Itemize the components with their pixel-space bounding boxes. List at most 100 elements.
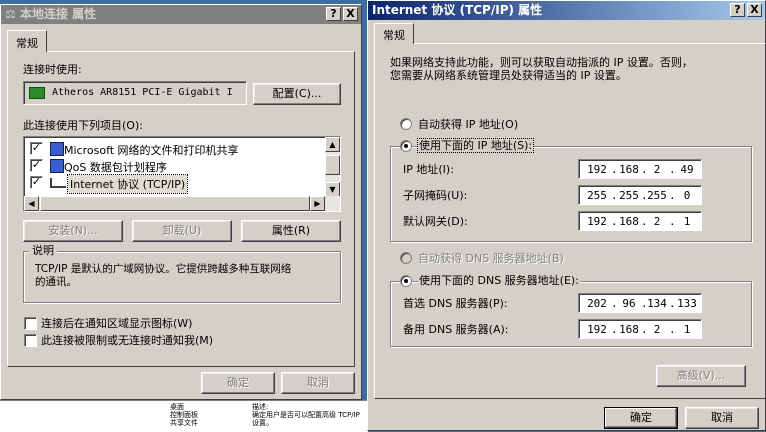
alternate-dns-field[interactable]: 192 . 168 . 2 . 1 [578, 319, 702, 339]
ip-octet: 0 [683, 189, 691, 202]
qos-icon [50, 159, 64, 173]
auto-ip-radio[interactable] [400, 118, 412, 130]
ok-button[interactable]: 确定 [201, 372, 275, 394]
manual-ip-radio[interactable] [400, 140, 412, 152]
network-icon: ⚖ [5, 7, 16, 21]
ok-button[interactable]: 确定 [604, 407, 678, 429]
ip-octet: 255 [587, 189, 607, 202]
connect-using-label: 连接时使用: [23, 63, 82, 76]
ip-octet: 202 [587, 297, 607, 310]
intro-text: 如果网络支持此功能，则可以获取自动指派的 IP 设置。否则， [390, 56, 693, 69]
ip-label: IP 地址(I): [403, 163, 454, 176]
help-button[interactable]: ? [326, 7, 341, 21]
description-text: TCP/IP 是默认的广域网协议。它提供跨越多种互联网络 [35, 263, 292, 275]
ip-octet: 2 [653, 323, 661, 336]
ip-octet: 168 [619, 323, 639, 336]
notify-label: 此连接被限制或无连接时通知我(M) [41, 334, 214, 347]
ip-octet: 192 [587, 163, 607, 176]
manual-ip-label: 使用下面的 IP 地址(S): [416, 138, 535, 153]
scroll-left-button[interactable]: ◀ [24, 196, 39, 211]
preferred-dns-field[interactable]: 202 . 96 . 134 . 133 [578, 293, 702, 313]
description-title: 说明 [29, 244, 57, 257]
item-label: Internet 协议 (TCP/IP) [66, 174, 189, 194]
ip-octet: 1 [683, 323, 691, 336]
description-text-2: 的通讯。 [35, 276, 77, 288]
ip-octet: 133 [677, 297, 697, 310]
item-label: Microsoft 网络的文件和打印机共享 [64, 144, 239, 157]
configure-button[interactable]: 配置(C)... [253, 83, 341, 105]
scroll-down-button[interactable]: ▼ [325, 182, 340, 197]
ip-octet: 168 [619, 215, 639, 228]
default-gateway-field[interactable]: 192 . 168 . 2 . 1 [578, 211, 702, 231]
list-item[interactable]: ✓ QoS 数据包计划程序 [30, 158, 320, 174]
protocol-icon [50, 178, 66, 188]
properties-button[interactable]: 属性(R) [241, 220, 341, 242]
intro-text-2: 您需要从网络系统管理员处获得适当的 IP 设置。 [390, 69, 627, 82]
show-icon-label: 连接后在通知区域显示图标(W) [41, 317, 193, 330]
share-icon [50, 142, 64, 156]
show-icon-checkbox[interactable] [24, 317, 37, 330]
ip-octet: 192 [587, 323, 607, 336]
tree-item: 桌面 [170, 403, 184, 411]
item-checkbox[interactable]: ✓ [30, 142, 43, 155]
close-button[interactable]: X [747, 3, 762, 17]
tab-general[interactable]: 常规 [374, 23, 414, 44]
item-label: QoS 数据包计划程序 [64, 161, 167, 174]
ip-octet: 134 [647, 297, 667, 310]
uninstall-button[interactable]: 卸载(U) [132, 220, 232, 242]
gateway-label: 默认网关(D): [403, 215, 468, 228]
subnet-mask-field[interactable]: 255 . 255 . 255 . 0 [578, 185, 702, 205]
right-dialog-title: Internet 协议 (TCP/IP) 属性 [372, 3, 543, 17]
manual-dns-radio[interactable] [400, 275, 412, 287]
auto-ip-label: 自动获得 IP 地址(O) [418, 118, 519, 131]
ip-octet: 2 [653, 215, 661, 228]
ip-octet: 192 [587, 215, 607, 228]
background-window: 桌面 控制面板 共享文件 描述: 确定用户是否可以配置高级 TCP/IP 设置。 [0, 400, 368, 432]
tree-item: 控制面板 [170, 411, 198, 419]
auto-dns-radio[interactable] [400, 252, 412, 264]
help-button[interactable]: ? [730, 3, 745, 17]
item-checkbox[interactable]: ✓ [30, 176, 43, 189]
list-item[interactable]: ✓ Internet 协议 (TCP/IP) [30, 174, 320, 194]
vertical-scrollbar[interactable]: ▲ ▼ [325, 137, 340, 197]
notify-checkbox[interactable] [24, 334, 37, 347]
adapter-name: Atheros AR8151 PCI-E Gigabit I [52, 87, 233, 98]
ip-octet: 255 [647, 189, 667, 202]
ip-octet: 1 [683, 215, 691, 228]
tree-item: 共享文件 [170, 419, 198, 427]
mask-label: 子网掩码(U): [403, 189, 468, 202]
advanced-button[interactable]: 高级(V)... [656, 365, 746, 387]
ip-octet: 96 [622, 297, 636, 310]
cancel-button[interactable]: 取消 [281, 372, 355, 394]
close-button[interactable]: X [343, 7, 358, 21]
install-button[interactable]: 安装(N)... [23, 220, 123, 242]
item-checkbox[interactable]: ✓ [30, 159, 43, 172]
tab-general[interactable]: 常规 [7, 30, 47, 52]
dns1-label: 首选 DNS 服务器(P): [403, 297, 508, 310]
ip-octet: 49 [680, 163, 694, 176]
adapter-name-field: Atheros AR8151 PCI-E Gigabit I [23, 81, 247, 105]
horizontal-scrollbar[interactable]: ◀ ▶ [24, 196, 340, 211]
hint-text: 描述: [252, 403, 269, 411]
dns2-label: 备用 DNS 服务器(A): [403, 323, 509, 336]
ip-octet: 168 [619, 163, 639, 176]
right-title-bar[interactable]: Internet 协议 (TCP/IP) 属性 ? X [368, 1, 765, 20]
list-item[interactable]: ✓ Microsoft 网络的文件和打印机共享 [30, 141, 320, 157]
auto-dns-label: 自动获得 DNS 服务器地址(B) [418, 252, 564, 265]
network-adapter-icon [29, 87, 45, 99]
manual-dns-label: 使用下面的 DNS 服务器地址(E): [418, 274, 580, 287]
ip-octet: 255 [619, 189, 639, 202]
left-dialog-title: 本地连接 属性 [19, 7, 97, 21]
items-list[interactable]: ✓ Microsoft 网络的文件和打印机共享 ✓ QoS 数据包计划程序 ✓ … [23, 136, 341, 212]
hint-text: 确定用户是否可以配置高级 TCP/IP [252, 411, 360, 419]
scroll-up-button[interactable]: ▲ [325, 137, 340, 152]
scroll-h-thumb[interactable] [40, 196, 310, 211]
left-title-bar[interactable]: ⚖ 本地连接 属性 ? X [1, 5, 361, 24]
ip-address-field[interactable]: 192 . 168 . 2 . 49 [578, 159, 702, 179]
hint-text: 设置。 [252, 419, 273, 427]
scroll-right-button[interactable]: ▶ [310, 196, 325, 211]
local-connection-properties-dialog: ⚖ 本地连接 属性 ? X 常规 连接时使用: Atheros AR8151 P… [0, 4, 362, 400]
scroll-thumb[interactable] [325, 155, 340, 175]
cancel-button[interactable]: 取消 [685, 407, 759, 429]
tcpip-properties-dialog: Internet 协议 (TCP/IP) 属性 ? X 常规 如果网络支持此功能… [367, 0, 766, 431]
